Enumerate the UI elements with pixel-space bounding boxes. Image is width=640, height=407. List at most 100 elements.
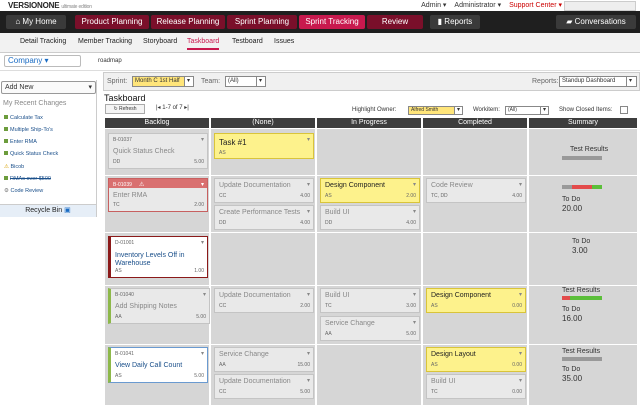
chevron-down-icon[interactable]: ▾ [201,136,204,143]
nav-sprint-tracking[interactable]: Sprint Tracking [299,15,365,29]
task-card[interactable]: Service Change ▾ AA 15.00 [214,347,314,372]
task-card[interactable]: Design Component ▾ AS 2.00 [320,178,420,203]
task-card[interactable]: Code Review ▾ TC, DD 4.00 [426,178,526,203]
task-card[interactable]: Update Documentation ▾ CC 5.00 [214,374,314,399]
chevron-down-icon[interactable]: ▾ [413,208,416,215]
card-title[interactable]: Code Review [431,182,473,189]
recycle-bin[interactable]: Recycle Bin ▣ [0,204,96,217]
card-title[interactable]: Inventory Levels Off in Warehouse [115,252,205,268]
chevron-down-icon[interactable]: ▾ [626,76,637,87]
last-page-icon[interactable]: ▸| [183,105,189,111]
tab-detail-tracking[interactable]: Detail Tracking [20,38,66,45]
nav-sprint-planning[interactable]: Sprint Planning [227,15,297,29]
recent-item[interactable]: RMAs over $500 [4,176,51,182]
tab-taskboard[interactable]: Taskboard [187,38,220,50]
card-title[interactable]: Build UI [325,209,350,216]
chevron-down-icon[interactable]: ▾ [519,377,522,384]
workitem-select[interactable]: (All) [505,106,541,115]
task-card[interactable]: Build UI ▾ TC 3.00 [320,288,420,313]
card-title[interactable]: Quick Status Check [113,148,174,155]
chevron-down-icon[interactable]: ▾ [540,106,549,115]
task-card[interactable]: Design Component ▾ AS 0.00 [426,288,526,313]
card-title[interactable]: Update Documentation [219,378,291,385]
backlog-card[interactable]: B-01040 ▾ Add Shipping Notes AA 5.00 [108,288,210,324]
card-title[interactable]: Service Change [325,320,375,327]
show-closed-checkbox[interactable] [620,106,628,114]
chevron-down-icon[interactable]: ▾ [307,136,310,143]
chevron-down-icon[interactable]: ▾ [307,377,310,384]
card-title[interactable]: Create Performance Tests [219,209,300,216]
recent-item[interactable]: Quick Status Check [4,151,58,157]
card-title[interactable]: Add Shipping Notes [115,303,177,310]
nav-my-home[interactable]: ⌂ My Home [6,15,66,29]
card-title[interactable]: Update Documentation [219,182,291,189]
recent-item[interactable]: ⚙ Code Review [4,188,43,194]
chevron-down-icon[interactable]: ▾ [413,291,416,298]
nav-review[interactable]: Review [367,15,423,29]
card-title[interactable]: Task #1 [219,138,247,147]
sprint-select[interactable]: Month C 1st Half [132,76,186,87]
add-new-button[interactable]: Add New ▾ [1,81,96,94]
roadmap-link[interactable]: roadmap [98,58,122,64]
chevron-down-icon[interactable]: ▾ [307,350,310,357]
card-title[interactable]: Design Component [431,292,491,299]
recent-item[interactable]: Enter RMA [4,139,37,145]
tab-storyboard[interactable]: Storyboard [143,38,177,45]
recent-item[interactable]: Calculate Tax [4,115,43,121]
highlight-owner-select[interactable]: Alfred Smith [408,106,456,115]
tab-testboard[interactable]: Testboard [232,38,263,45]
admin-menu[interactable]: Admin ▾ [421,2,446,9]
task-card[interactable]: Update Documentation ▾ CC 2.00 [214,288,314,313]
card-title[interactable]: Build UI [431,378,456,385]
chevron-down-icon[interactable]: ▾ [201,239,204,246]
team-select[interactable]: (All) [225,76,259,87]
chevron-down-icon[interactable]: ▾ [413,319,416,326]
backlog-card[interactable]: B-01039 ⚠ ▾ Enter RMA TC 2.00 [108,178,208,212]
chevron-down-icon[interactable]: ▾ [519,350,522,357]
chevron-down-icon[interactable]: ▾ [256,76,266,87]
chevron-down-icon[interactable]: ▾ [201,350,204,357]
card-title[interactable]: View Daily Call Count [115,362,182,369]
tab-member-tracking[interactable]: Member Tracking [78,38,132,45]
backlog-card[interactable]: B-01041 ▾ View Daily Call Count AS 5.00 [108,347,208,383]
chevron-down-icon[interactable]: ▾ [519,181,522,188]
task-card[interactable]: Task #1 ▾ AS [214,133,314,159]
task-card[interactable]: Create Performance Tests ▾ DD 4.00 [214,205,314,230]
project-selector[interactable]: Company ▾ [4,55,81,67]
card-title[interactable]: Service Change [219,351,269,358]
tab-issues[interactable]: Issues [274,38,294,45]
card-title[interactable]: Update Documentation [219,292,291,299]
backlog-card[interactable]: B-01037 ▾ Quick Status Check DD 5.00 [108,133,208,169]
chevron-down-icon[interactable]: ▾ [454,106,463,115]
task-card[interactable]: Build UI ▾ TC 0.00 [426,374,526,399]
search-input[interactable] [564,1,636,11]
nav-release-planning[interactable]: Release Planning [151,15,225,29]
reports-select[interactable]: Standup Dashboard [559,76,629,87]
nav-product-planning[interactable]: Product Planning [75,15,149,29]
chevron-down-icon[interactable]: ▾ [201,181,204,188]
chevron-down-icon[interactable]: ▾ [307,291,310,298]
nav-conversations[interactable]: ▰ Conversations [556,15,636,29]
chevron-down-icon[interactable]: ▾ [307,181,310,188]
recent-item[interactable]: Multiple Ship-To's [4,127,53,133]
task-card[interactable]: Design Layout ▾ AS 0.00 [426,347,526,372]
card-title[interactable]: Enter RMA [113,192,147,199]
card-title[interactable]: Build UI [325,292,350,299]
task-card[interactable]: Build UI ▾ DD 4.00 [320,205,420,230]
nav-reports[interactable]: ▮ Reports [430,15,480,29]
versionone-logo[interactable]: VERSIONONE ultimate edition [8,1,92,10]
chevron-down-icon[interactable]: ▾ [307,208,310,215]
refresh-button[interactable]: ↻ Refresh [105,104,145,114]
chevron-down-icon[interactable]: ▾ [184,76,194,87]
task-card[interactable]: Update Documentation ▾ CC 4.00 [214,178,314,203]
chevron-down-icon[interactable]: ▾ [413,181,416,188]
administrator-menu[interactable]: Administrator ▾ [454,2,501,9]
card-title[interactable]: Design Layout [431,351,476,358]
support-center-menu[interactable]: Support Center ▾ [509,2,562,9]
defect-card[interactable]: D-01001 ▾ Inventory Levels Off in Wareho… [108,236,208,278]
card-title[interactable]: Design Component [325,182,385,189]
chevron-down-icon[interactable]: ▾ [519,291,522,298]
recent-item[interactable]: ⚠ Bicob [4,164,24,170]
chevron-down-icon[interactable]: ▾ [203,291,206,298]
task-card[interactable]: Service Change ▾ AA 5.00 [320,316,420,341]
